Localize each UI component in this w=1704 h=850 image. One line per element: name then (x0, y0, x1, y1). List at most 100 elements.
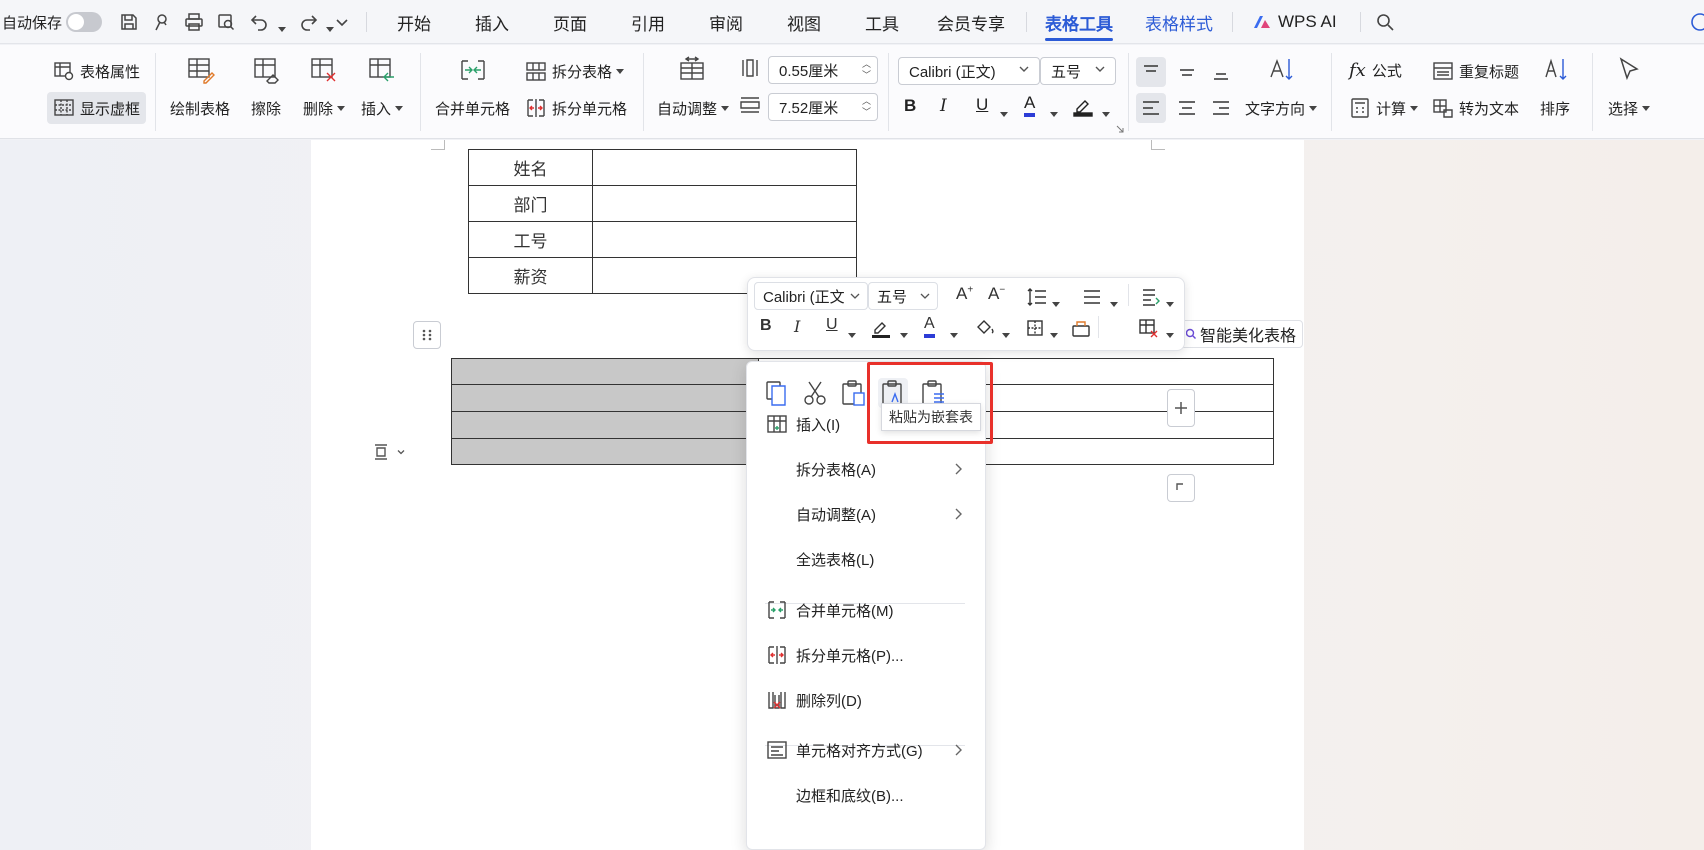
list-dropdown-icon[interactable] (1106, 294, 1118, 310)
align-right-button[interactable] (1206, 93, 1236, 123)
table-cell[interactable]: 工号 (468, 221, 593, 258)
save-icon[interactable] (119, 12, 139, 32)
mini-highlight-icon[interactable] (870, 317, 892, 339)
mini-underline-icon[interactable]: U (826, 316, 838, 334)
eraser-icon[interactable] (1070, 317, 1092, 339)
convert-to-text-button[interactable]: 转为文本 (1432, 97, 1519, 119)
line-spacing-dropdown-icon[interactable] (1048, 294, 1060, 310)
paragraph-icon[interactable] (1140, 286, 1162, 308)
tab-page[interactable]: 页面 (553, 0, 587, 44)
paragraph-dropdown-icon[interactable] (1162, 294, 1174, 310)
mini-italic-icon[interactable]: I (794, 317, 800, 336)
sort-button[interactable]: 排序 (1540, 98, 1570, 119)
table-properties-button[interactable]: 表格属性 (53, 60, 140, 82)
table-move-handle[interactable] (413, 321, 441, 349)
font-color-dropdown-icon[interactable] (1046, 104, 1058, 120)
align-left-button[interactable] (1136, 93, 1166, 123)
tab-review[interactable]: 审阅 (709, 0, 743, 44)
mini-font-size-select[interactable]: 五号 (868, 282, 938, 310)
print-preview-icon[interactable] (216, 12, 236, 32)
menu-item-delete-column[interactable]: 删除列(D) (747, 680, 985, 720)
delete-table-dropdown-icon[interactable] (1162, 325, 1174, 341)
tab-references[interactable]: 引用 (631, 0, 665, 44)
line-spacing-icon[interactable] (1026, 286, 1048, 308)
menu-item-merge-cells[interactable]: 合并单元格(M) (747, 590, 985, 630)
erase-button[interactable]: 擦除 (251, 98, 281, 119)
borders-icon[interactable] (1024, 317, 1046, 339)
align-top-button[interactable] (1136, 57, 1166, 87)
font-color-icon[interactable]: A (1024, 93, 1036, 117)
row-height-stepper-icon[interactable]: ︿ ﹀ (862, 59, 871, 81)
menu-item-split-table[interactable]: 拆分表格(A) (747, 449, 985, 489)
menu-item-auto-fit[interactable]: 自动调整(A) (747, 494, 985, 534)
col-width-field[interactable]: 7.52厘米 ︿ ﹀ (768, 93, 878, 121)
underline-icon[interactable]: U (976, 95, 988, 115)
calculate-button[interactable]: 计算 (1349, 97, 1419, 119)
wps-ai-button[interactable]: WPS AI (1278, 0, 1337, 44)
menu-item-split-cells[interactable]: 拆分单元格(P)... (747, 635, 985, 675)
list-icon[interactable] (1081, 286, 1103, 308)
add-column-button[interactable] (1167, 389, 1195, 427)
menu-item-cell-alignment[interactable]: 单元格对齐方式(G) (747, 730, 985, 770)
mini-underline-dropdown-icon[interactable] (844, 325, 856, 341)
table-cell[interactable] (592, 185, 857, 222)
align-bottom-button[interactable] (1206, 57, 1236, 87)
table-resize-handle[interactable] (1167, 474, 1195, 502)
font-name-select[interactable]: Calibri (正文) (898, 57, 1040, 85)
draw-table-button[interactable]: 绘制表格 (170, 98, 230, 119)
table-cell[interactable]: 部门 (468, 185, 593, 222)
text-direction-button[interactable]: 文字方向 (1245, 98, 1318, 119)
redo-icon[interactable] (298, 12, 318, 32)
search-icon[interactable] (1375, 12, 1395, 32)
tab-tools[interactable]: 工具 (865, 0, 899, 44)
split-cells-button[interactable]: 拆分单元格 (525, 97, 627, 119)
menu-item-borders-shading[interactable]: 边框和底纹(B)... (747, 775, 985, 815)
show-gridlines-button[interactable]: 显示虚框 (47, 92, 147, 124)
split-table-button[interactable]: 拆分表格 (525, 60, 625, 82)
mini-bold-icon[interactable]: B (760, 317, 772, 335)
underline-dropdown-icon[interactable] (996, 104, 1008, 120)
borders-dropdown-icon[interactable] (1046, 325, 1058, 341)
share-icon[interactable] (152, 12, 172, 32)
mini-font-name-select[interactable]: Calibri (正文 (754, 282, 868, 310)
undo-icon[interactable] (250, 12, 270, 32)
italic-icon[interactable]: I (940, 96, 947, 116)
formula-button[interactable]: fx 公式 (1349, 60, 1402, 81)
more-chevron-icon[interactable] (332, 12, 352, 32)
undo-dropdown-icon[interactable] (274, 19, 286, 35)
insert-button[interactable]: 插入 (361, 98, 404, 119)
cloud-icon[interactable] (1690, 12, 1704, 32)
tab-view[interactable]: 视图 (787, 0, 821, 44)
beautify-table-button[interactable]: 智能美化表格 (1177, 320, 1304, 348)
align-center-button[interactable] (1172, 93, 1202, 123)
tab-table-style[interactable]: 表格样式 (1145, 0, 1213, 44)
tab-insert[interactable]: 插入 (475, 0, 509, 44)
merge-cells-button[interactable]: 合并单元格 (435, 98, 510, 119)
tab-member[interactable]: 会员专享 (937, 0, 1005, 44)
font-size-select[interactable]: 五号 (1040, 57, 1116, 85)
row-height-field[interactable]: 0.55厘米 ︿ ﹀ (768, 56, 878, 84)
align-middle-button[interactable] (1172, 57, 1202, 87)
mini-highlight-dropdown-icon[interactable] (896, 325, 908, 341)
highlight-dropdown-icon[interactable] (1098, 104, 1110, 120)
auto-fit-button[interactable]: 自动调整 (657, 98, 730, 119)
select-button[interactable]: 选择 (1608, 98, 1651, 119)
menu-item-select-table[interactable]: 全选表格(L) (747, 539, 985, 579)
delete-table-icon[interactable] (1138, 317, 1160, 339)
tab-home[interactable]: 开始 (397, 0, 431, 44)
fill-color-dropdown-icon[interactable] (998, 325, 1010, 341)
fill-color-icon[interactable] (974, 317, 996, 339)
repeat-header-button[interactable]: 重复标题 (1432, 60, 1519, 82)
print-icon[interactable] (184, 12, 204, 32)
delete-button[interactable]: 删除 (303, 98, 346, 119)
table-cell[interactable] (592, 221, 857, 258)
row-select-handle[interactable] (371, 439, 417, 465)
grow-font-icon[interactable]: A+ (956, 284, 973, 304)
table-cell[interactable]: 姓名 (468, 149, 593, 186)
bold-icon[interactable]: B (904, 96, 916, 116)
mini-font-color-icon[interactable]: A (924, 314, 935, 338)
autosave-toggle[interactable] (66, 12, 102, 32)
table-cell[interactable]: 薪资 (468, 257, 593, 294)
highlight-icon[interactable] (1072, 95, 1094, 117)
mini-font-color-dropdown-icon[interactable] (946, 325, 958, 341)
